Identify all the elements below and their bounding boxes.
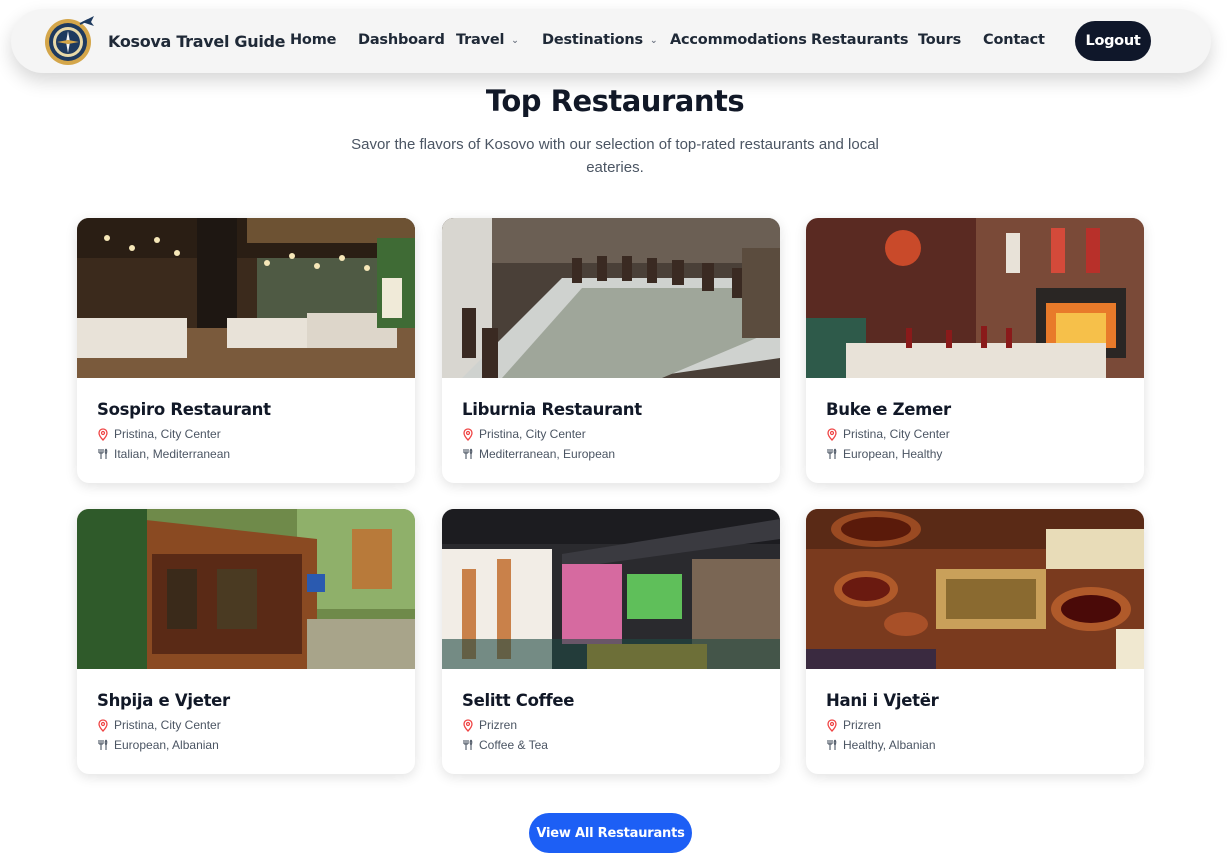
location-text: Pristina, City Center: [114, 718, 221, 732]
restaurant-cuisine: European, Healthy: [826, 447, 942, 461]
restaurant-name[interactable]: Buke e Zemer: [826, 400, 951, 419]
restaurant-cuisine: Healthy, Albanian: [826, 738, 936, 752]
nav-travel[interactable]: Travel ⌄: [456, 32, 519, 48]
location-text: Prizren: [479, 718, 518, 732]
utensils-icon: [827, 448, 837, 459]
cuisine-text: Mediterranean, European: [479, 447, 616, 461]
map-pin-icon: [463, 427, 473, 441]
map-pin-icon: [827, 718, 837, 732]
fireplace-dining-photo: [806, 218, 1144, 378]
restaurant-card[interactable]: Selitt Coffee Prizren Coffee & Tea: [442, 509, 780, 774]
map-pin-icon: [98, 718, 108, 732]
cuisine-text: European, Albanian: [114, 738, 219, 752]
map-pin-icon: [827, 427, 837, 441]
nav-restaurants[interactable]: Restaurants: [811, 32, 908, 48]
chevron-down-icon: ⌄: [511, 36, 519, 46]
page-title: Top Restaurants: [485, 84, 745, 118]
wooden-house-terrace-photo: [77, 509, 415, 669]
nav-destinations[interactable]: Destinations ⌄: [542, 32, 657, 48]
restaurant-name[interactable]: Sospiro Restaurant: [97, 400, 271, 419]
nav-dashboard[interactable]: Dashboard: [358, 32, 445, 48]
utensils-icon: [98, 448, 108, 459]
utensils-icon: [463, 448, 473, 459]
restaurant-location: Prizren: [826, 718, 881, 732]
banquet-table-photo: [442, 218, 780, 378]
utensils-icon: [463, 739, 473, 750]
map-pin-icon: [463, 718, 473, 732]
restaurant-location: Pristina, City Center: [826, 427, 950, 441]
page-subtitle: Savor the flavors of Kosovo with our sel…: [351, 136, 879, 176]
restaurant-location: Pristina, City Center: [97, 427, 221, 441]
restaurant-card[interactable]: Liburnia Restaurant Pristina, City Cente…: [442, 218, 780, 483]
cuisine-text: Italian, Mediterranean: [114, 447, 231, 461]
restaurant-location: Pristina, City Center: [97, 718, 221, 732]
navbar: Kosova Travel Guide Home Dashboard Trave…: [11, 9, 1211, 73]
restaurant-cuisine: European, Albanian: [97, 738, 219, 752]
map-pin-icon: [98, 427, 108, 441]
nav-tours[interactable]: Tours: [918, 32, 961, 48]
restaurant-cuisine: Italian, Mediterranean: [97, 447, 230, 461]
nav-accommodations[interactable]: Accommodations: [670, 32, 807, 48]
utensils-icon: [827, 739, 837, 750]
utensils-icon: [98, 739, 108, 750]
restaurant-card[interactable]: Buke e Zemer Pristina, City Center Europ…: [806, 218, 1144, 483]
logout-button[interactable]: Logout: [1075, 21, 1151, 61]
restaurant-card[interactable]: Shpija e Vjeter Pristina, City Center Eu…: [77, 509, 415, 774]
restaurant-interior-photo: [77, 218, 415, 378]
restaurant-name[interactable]: Hani i Vjetër: [826, 691, 939, 710]
brand-name[interactable]: Kosova Travel Guide: [108, 32, 286, 51]
restaurant-name[interactable]: Selitt Coffee: [462, 691, 575, 710]
restaurant-name[interactable]: Liburnia Restaurant: [462, 400, 642, 419]
view-all-restaurants-button[interactable]: View All Restaurants: [529, 813, 692, 853]
restaurant-cuisine: Coffee & Tea: [462, 738, 548, 752]
cafe-interior-photo: [442, 509, 780, 669]
compass-logo-icon[interactable]: [44, 14, 96, 66]
location-text: Prizren: [843, 718, 882, 732]
traditional-food-platter-photo: [806, 509, 1144, 669]
cuisine-text: European, Healthy: [843, 447, 943, 461]
nav-contact[interactable]: Contact: [983, 32, 1045, 48]
restaurant-card[interactable]: Hani i Vjetër Prizren Healthy, Albanian: [806, 509, 1144, 774]
nav-home[interactable]: Home: [290, 32, 336, 48]
restaurant-location: Pristina, City Center: [462, 427, 586, 441]
chevron-down-icon: ⌄: [649, 36, 658, 46]
restaurant-location: Prizren: [462, 718, 517, 732]
restaurant-card[interactable]: Sospiro Restaurant Pristina, City Center…: [77, 218, 415, 483]
restaurant-name[interactable]: Shpija e Vjeter: [97, 691, 230, 710]
location-text: Pristina, City Center: [114, 427, 221, 441]
location-text: Pristina, City Center: [479, 427, 586, 441]
location-text: Pristina, City Center: [843, 427, 950, 441]
cuisine-text: Healthy, Albanian: [843, 738, 936, 752]
restaurant-cuisine: Mediterranean, European: [462, 447, 615, 461]
cuisine-text: Coffee & Tea: [479, 738, 548, 752]
